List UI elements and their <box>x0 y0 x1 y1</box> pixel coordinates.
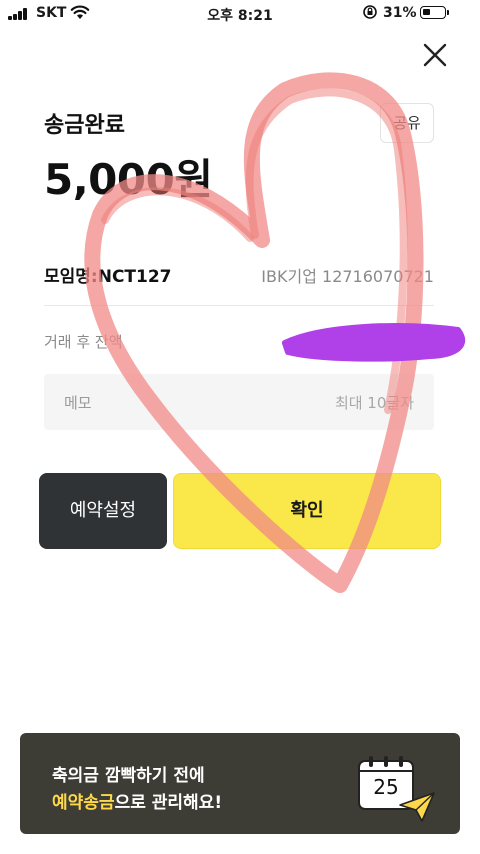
status-time: 오후 8:21 <box>207 8 273 24</box>
page-title: 송금완료 <box>44 113 125 138</box>
wifi-icon <box>70 5 90 19</box>
balance-label: 거래 후 잔액 <box>44 333 123 351</box>
status-bar: SKT 오후 8:21 31% <box>0 0 480 28</box>
schedule-button[interactable]: 예약설정 <box>39 473 167 549</box>
banner-line2-rest: 으로 관리해요! <box>114 793 223 813</box>
memo-label: 메모 <box>64 394 92 412</box>
banner-line1: 축의금 깜빡하기 전에 <box>52 766 205 786</box>
paper-plane-icon <box>399 792 435 822</box>
recipient-account: IBK기업 12716070721 <box>261 267 434 286</box>
confirm-button[interactable]: 확인 <box>173 473 441 549</box>
cellular-signal-icon <box>8 8 30 20</box>
memo-field[interactable]: 메모 <box>44 374 434 430</box>
recipient-group-name: 모임명:NCT127 <box>44 267 172 287</box>
close-icon[interactable] <box>418 38 452 72</box>
memo-input[interactable] <box>212 388 416 418</box>
banner-highlight: 예약송금 <box>52 793 115 813</box>
battery-icon <box>420 6 446 19</box>
share-button[interactable]: 공유 <box>380 103 434 143</box>
balance-redaction <box>282 323 466 362</box>
battery-percent: 31% <box>383 5 417 21</box>
rotation-lock-icon <box>363 5 377 19</box>
divider <box>44 305 434 306</box>
banner-line2: 예약송금으로 관리해요! <box>52 788 222 813</box>
transfer-amount: 5,000원 <box>44 155 213 204</box>
battery-tip <box>447 10 449 15</box>
carrier-name: SKT <box>36 5 67 21</box>
promo-banner[interactable]: 축의금 깜빡하기 전에 예약송금으로 관리해요! 25 <box>20 733 460 834</box>
